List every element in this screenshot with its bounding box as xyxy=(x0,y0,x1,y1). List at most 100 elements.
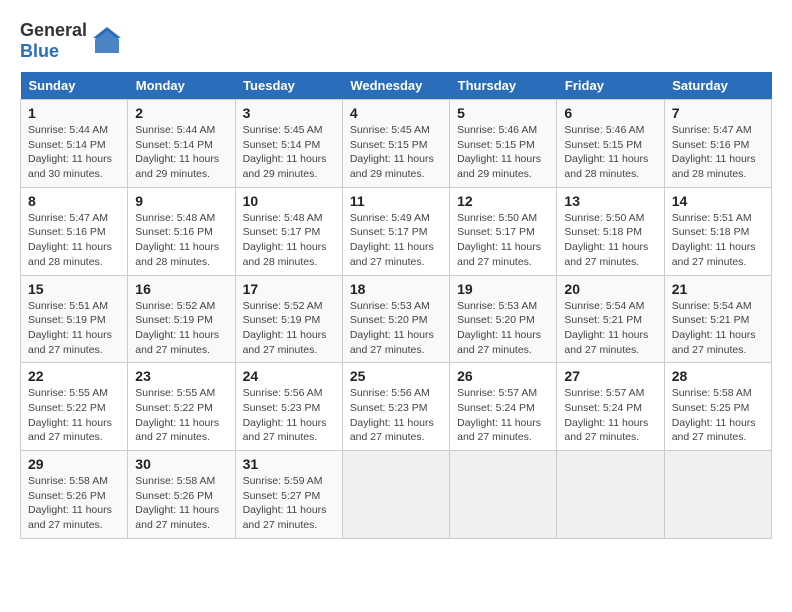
header: General Blue xyxy=(20,20,772,62)
day-detail: Sunrise: 5:56 AMSunset: 5:23 PMDaylight:… xyxy=(243,386,335,445)
day-detail: Sunrise: 5:58 AMSunset: 5:26 PMDaylight:… xyxy=(135,474,227,533)
day-number: 11 xyxy=(350,193,442,209)
calendar-cell: 24 Sunrise: 5:56 AMSunset: 5:23 PMDayligh… xyxy=(235,363,342,451)
calendar-cell: 6Sunrise: 5:46 AMSunset: 5:15 PMDaylight… xyxy=(557,100,664,188)
calendar-cell: 7 Sunrise: 5:47 AMSunset: 5:16 PMDaylight… xyxy=(664,100,771,188)
weekday-thursday: Thursday xyxy=(450,72,557,100)
day-number: 31 xyxy=(243,456,335,472)
calendar-cell: 3 Sunrise: 5:45 AMSunset: 5:14 PMDaylight… xyxy=(235,100,342,188)
day-detail: Sunrise: 5:52 AMSunset: 5:19 PMDaylight:… xyxy=(243,299,335,358)
day-number: 26 xyxy=(457,368,549,384)
logo-icon xyxy=(91,25,123,57)
day-detail: Sunrise: 5:55 AMSunset: 5:22 PMDaylight:… xyxy=(135,386,227,445)
day-number: 23 xyxy=(135,368,227,384)
day-detail: Sunrise: 5:52 AMSunset: 5:19 PMDaylight:… xyxy=(135,299,227,358)
calendar-cell: 31Sunrise: 5:59 AMSunset: 5:27 PMDayligh… xyxy=(235,451,342,539)
day-detail: Sunrise: 5:54 AMSunset: 5:21 PMDaylight:… xyxy=(672,299,764,358)
calendar-cell: 22 Sunrise: 5:55 AMSunset: 5:22 PMDayligh… xyxy=(21,363,128,451)
day-number: 30 xyxy=(135,456,227,472)
day-number: 28 xyxy=(672,368,764,384)
calendar-cell: 19 Sunrise: 5:53 AMSunset: 5:20 PMDayligh… xyxy=(450,275,557,363)
calendar-cell: 4 Sunrise: 5:45 AMSunset: 5:15 PMDaylight… xyxy=(342,100,449,188)
calendar-cell: 17 Sunrise: 5:52 AMSunset: 5:19 PMDayligh… xyxy=(235,275,342,363)
calendar-cell: 2 Sunrise: 5:44 AMSunset: 5:14 PMDaylight… xyxy=(128,100,235,188)
logo: General Blue xyxy=(20,20,123,62)
day-number: 7 xyxy=(672,105,764,121)
day-number: 1 xyxy=(28,105,120,121)
day-number: 9 xyxy=(135,193,227,209)
weekday-tuesday: Tuesday xyxy=(235,72,342,100)
calendar-cell: 27 Sunrise: 5:57 AMSunset: 5:24 PMDayligh… xyxy=(557,363,664,451)
calendar-cell: 30 Sunrise: 5:58 AMSunset: 5:26 PMDayligh… xyxy=(128,451,235,539)
logo-text: General Blue xyxy=(20,20,87,62)
logo-general: General xyxy=(20,20,87,40)
calendar-cell: 11Sunrise: 5:49 AMSunset: 5:17 PMDayligh… xyxy=(342,187,449,275)
day-detail: Sunrise: 5:46 AMSunset: 5:15 PMDaylight:… xyxy=(457,123,549,182)
day-detail: Sunrise: 5:58 AMSunset: 5:25 PMDaylight:… xyxy=(672,386,764,445)
day-detail: Sunrise: 5:45 AMSunset: 5:15 PMDaylight:… xyxy=(350,123,442,182)
calendar-cell: 1Sunrise: 5:44 AMSunset: 5:14 PMDaylight… xyxy=(21,100,128,188)
day-detail: Sunrise: 5:57 AMSunset: 5:24 PMDaylight:… xyxy=(564,386,656,445)
logo-blue: Blue xyxy=(20,41,59,61)
weekday-monday: Monday xyxy=(128,72,235,100)
calendar-cell: 23 Sunrise: 5:55 AMSunset: 5:22 PMDayligh… xyxy=(128,363,235,451)
day-detail: Sunrise: 5:54 AMSunset: 5:21 PMDaylight:… xyxy=(564,299,656,358)
day-number: 5 xyxy=(457,105,549,121)
day-detail: Sunrise: 5:47 AMSunset: 5:16 PMDaylight:… xyxy=(28,211,120,270)
calendar-week-1: 1 Sunrise: 5:44 AMSunset: 5:14 PMDaylight… xyxy=(21,100,772,188)
calendar-cell xyxy=(557,451,664,539)
day-number: 16 xyxy=(135,281,227,297)
day-detail: Sunrise: 5:45 AMSunset: 5:14 PMDaylight:… xyxy=(243,123,335,182)
weekday-sunday: Sunday xyxy=(21,72,128,100)
day-number: 14 xyxy=(672,193,764,209)
calendar-cell: 8 Sunrise: 5:47 AMSunset: 5:16 PMDaylight… xyxy=(21,187,128,275)
day-number: 2 xyxy=(135,105,227,121)
day-number: 8 xyxy=(28,193,120,209)
day-detail: Sunrise: 5:51 AMSunset: 5:18 PMDaylight:… xyxy=(672,211,764,270)
day-number: 25 xyxy=(350,368,442,384)
weekday-friday: Friday xyxy=(557,72,664,100)
day-number: 3 xyxy=(243,105,335,121)
day-number: 4 xyxy=(350,105,442,121)
day-detail: Sunrise: 5:44 AMSunset: 5:14 PMDaylight:… xyxy=(135,123,227,182)
calendar-cell: 18Sunrise: 5:53 AMSunset: 5:20 PMDayligh… xyxy=(342,275,449,363)
day-detail: Sunrise: 5:50 AMSunset: 5:17 PMDaylight:… xyxy=(457,211,549,270)
calendar-week-3: 15Sunrise: 5:51 AMSunset: 5:19 PMDayligh… xyxy=(21,275,772,363)
day-detail: Sunrise: 5:53 AMSunset: 5:20 PMDaylight:… xyxy=(457,299,549,358)
day-detail: Sunrise: 5:50 AMSunset: 5:18 PMDaylight:… xyxy=(564,211,656,270)
day-detail: Sunrise: 5:51 AMSunset: 5:19 PMDaylight:… xyxy=(28,299,120,358)
day-detail: Sunrise: 5:47 AMSunset: 5:16 PMDaylight:… xyxy=(672,123,764,182)
calendar-week-5: 29 Sunrise: 5:58 AMSunset: 5:26 PMDayligh… xyxy=(21,451,772,539)
weekday-wednesday: Wednesday xyxy=(342,72,449,100)
calendar-cell: 9 Sunrise: 5:48 AMSunset: 5:16 PMDaylight… xyxy=(128,187,235,275)
day-number: 27 xyxy=(564,368,656,384)
day-number: 29 xyxy=(28,456,120,472)
day-number: 21 xyxy=(672,281,764,297)
day-number: 6 xyxy=(564,105,656,121)
day-detail: Sunrise: 5:57 AMSunset: 5:24 PMDaylight:… xyxy=(457,386,549,445)
day-number: 19 xyxy=(457,281,549,297)
calendar-cell: 12 Sunrise: 5:50 AMSunset: 5:17 PMDayligh… xyxy=(450,187,557,275)
day-detail: Sunrise: 5:58 AMSunset: 5:26 PMDaylight:… xyxy=(28,474,120,533)
calendar-body: 1 Sunrise: 5:44 AMSunset: 5:14 PMDaylight… xyxy=(21,100,772,539)
day-number: 13 xyxy=(564,193,656,209)
calendar-cell: 21 Sunrise: 5:54 AMSunset: 5:21 PMDayligh… xyxy=(664,275,771,363)
calendar-header: SundayMondayTuesdayWednesdayThursdayFrid… xyxy=(21,72,772,100)
calendar-cell: 20Sunrise: 5:54 AMSunset: 5:21 PMDayligh… xyxy=(557,275,664,363)
calendar-cell: 10Sunrise: 5:48 AMSunset: 5:17 PMDayligh… xyxy=(235,187,342,275)
calendar-cell: 25 Sunrise: 5:56 AMSunset: 5:23 PMDayligh… xyxy=(342,363,449,451)
day-number: 17 xyxy=(243,281,335,297)
day-detail: Sunrise: 5:55 AMSunset: 5:22 PMDaylight:… xyxy=(28,386,120,445)
calendar-cell: 14 Sunrise: 5:51 AMSunset: 5:18 PMDayligh… xyxy=(664,187,771,275)
calendar-cell: 28 Sunrise: 5:58 AMSunset: 5:25 PMDayligh… xyxy=(664,363,771,451)
day-number: 24 xyxy=(243,368,335,384)
day-detail: Sunrise: 5:48 AMSunset: 5:17 PMDaylight:… xyxy=(243,211,335,270)
day-number: 12 xyxy=(457,193,549,209)
day-detail: Sunrise: 5:56 AMSunset: 5:23 PMDaylight:… xyxy=(350,386,442,445)
day-detail: Sunrise: 5:48 AMSunset: 5:16 PMDaylight:… xyxy=(135,211,227,270)
calendar-week-4: 22 Sunrise: 5:55 AMSunset: 5:22 PMDayligh… xyxy=(21,363,772,451)
day-number: 22 xyxy=(28,368,120,384)
calendar-cell: 13 Sunrise: 5:50 AMSunset: 5:18 PMDayligh… xyxy=(557,187,664,275)
calendar-cell: 29 Sunrise: 5:58 AMSunset: 5:26 PMDayligh… xyxy=(21,451,128,539)
calendar-cell xyxy=(342,451,449,539)
